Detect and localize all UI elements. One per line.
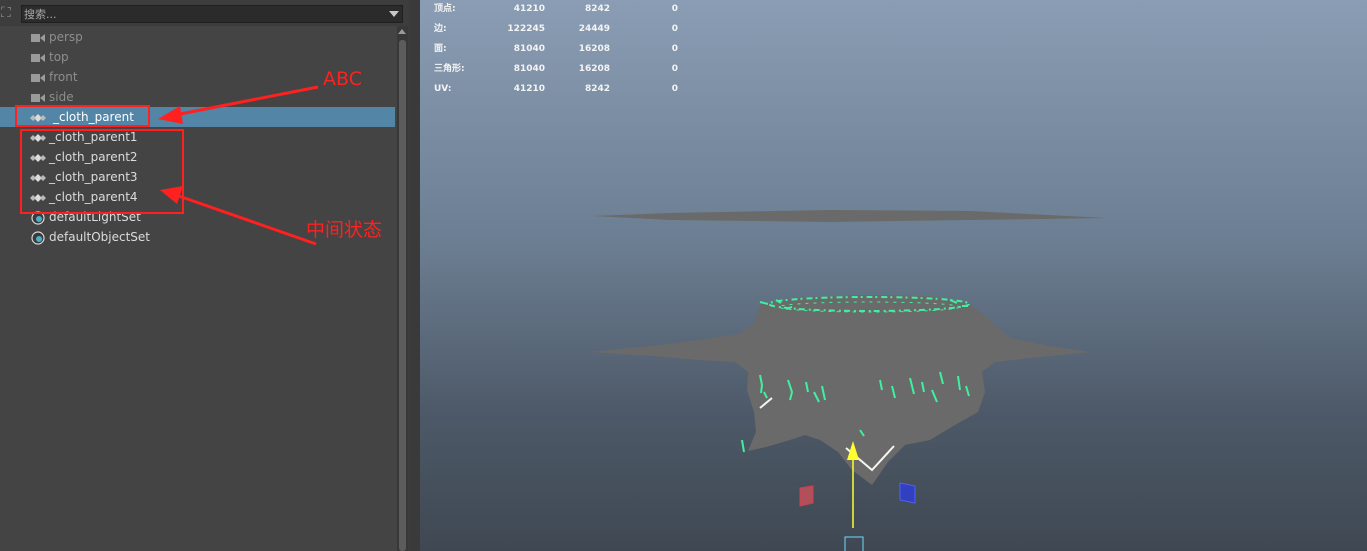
outliner-item-side[interactable]: side	[0, 87, 395, 107]
camera-icon	[30, 90, 46, 104]
draped-cloth-mesh[interactable]	[590, 295, 1090, 485]
outliner-item-label: side	[49, 90, 74, 104]
camera-icon	[30, 70, 46, 84]
intermediate-highlight-box	[20, 129, 184, 214]
filter-icon[interactable]: ⛶	[1, 6, 14, 21]
outliner-item-label: front	[49, 70, 78, 84]
search-field[interactable]	[21, 5, 403, 23]
outliner-toolbar: ⛶	[0, 0, 408, 26]
outliner-item-label: persp	[49, 30, 83, 44]
manipulator-center-handle[interactable]	[844, 536, 864, 551]
camera-icon	[30, 30, 46, 44]
annotation-intermediate-state: 中间状态	[306, 219, 383, 241]
scroll-thumb[interactable]	[399, 40, 406, 551]
scrollbar[interactable]	[397, 26, 408, 551]
outliner-item-label: defaultObjectSet	[49, 230, 151, 244]
set-icon	[30, 230, 46, 245]
chevron-down-icon[interactable]	[389, 11, 399, 17]
scroll-up-icon[interactable]	[398, 29, 406, 34]
manipulator-yz-plane-handle[interactable]	[899, 482, 916, 504]
search-input[interactable]	[24, 6, 374, 22]
outliner-item-top[interactable]: top	[0, 47, 395, 67]
camera-icon	[30, 50, 46, 64]
abc-highlight-box	[15, 105, 150, 127]
viewport-3d[interactable]: 顶点: 41210 8242 0 边: 122245 24449 0 面: 81040 16208 0…	[410, 0, 1367, 551]
manipulator-xy-plane-handle[interactable]	[799, 485, 814, 507]
flat-cloth-mesh[interactable]	[593, 210, 1107, 222]
scene-canvas[interactable]	[410, 0, 1367, 551]
outliner-item-persp[interactable]: persp	[0, 27, 395, 47]
annotation-abc: ABC	[323, 68, 362, 90]
outliner-item-label: top	[49, 50, 69, 64]
